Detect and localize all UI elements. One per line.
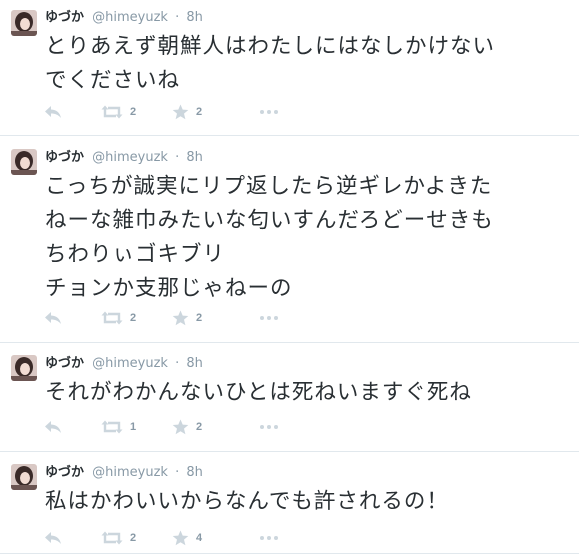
retweet-button[interactable]: 2 bbox=[101, 102, 136, 122]
author-name[interactable]: ゆづか bbox=[45, 10, 84, 25]
timestamp[interactable]: 8h bbox=[186, 10, 203, 25]
tweet-text-line: とりあえず朝鮮人はわたしにはなしかけない bbox=[45, 34, 496, 59]
tweet-text-line: チョンか支那じゃねーの bbox=[45, 276, 293, 301]
author-handle[interactable]: @himeyuzk bbox=[92, 465, 168, 480]
tweet-text-line: それがわかんないひとは死ねいますぐ死ね bbox=[45, 380, 472, 405]
more-dots-icon bbox=[260, 316, 278, 320]
more-button[interactable] bbox=[260, 417, 278, 437]
author-name[interactable]: ゆづか bbox=[45, 150, 84, 165]
tweet-text-line: ねーな雑巾みたいな匂いすんだろどーせきも bbox=[45, 208, 494, 233]
tweet-text-line: 私はかわいいからなんでも許されるの！ bbox=[45, 489, 449, 514]
timestamp[interactable]: 8h bbox=[186, 356, 203, 371]
tweet[interactable]: ゆづか @himeyuzk · 8h それがわかんないひとは死ねいますぐ死ね 1… bbox=[0, 344, 579, 452]
tweet[interactable]: ゆづか @himeyuzk · 8h こっちが誠実にリプ返したら逆ギレかよきた … bbox=[0, 137, 579, 343]
favorite-button[interactable]: 2 bbox=[172, 102, 202, 122]
separator: · bbox=[175, 356, 180, 371]
tweet-text: 私はかわいいからなんでも許されるの！ bbox=[45, 485, 570, 519]
more-dots-icon bbox=[260, 110, 278, 114]
retweet-icon bbox=[101, 420, 123, 434]
tweet-text: こっちが誠実にリプ返したら逆ギレかよきた ねーな雑巾みたいな匂いすんだろどーせき… bbox=[45, 170, 570, 306]
separator: · bbox=[175, 10, 180, 25]
avatar[interactable] bbox=[11, 355, 37, 381]
retweet-count: 2 bbox=[130, 312, 137, 324]
favorite-button[interactable]: 4 bbox=[172, 528, 202, 548]
tweet-actions: 1 2 bbox=[44, 417, 304, 437]
tweet-actions: 2 4 bbox=[44, 528, 304, 548]
star-icon bbox=[172, 530, 189, 546]
reply-button[interactable] bbox=[44, 417, 62, 437]
retweet-button[interactable]: 2 bbox=[101, 308, 136, 328]
reply-icon bbox=[45, 421, 61, 433]
tweet[interactable]: ゆづか @himeyuzk · 8h とりあえず朝鮮人はわたしにはなしかけない … bbox=[0, 0, 579, 136]
retweet-icon bbox=[101, 311, 123, 325]
author-handle[interactable]: @himeyuzk bbox=[92, 356, 168, 371]
avatar[interactable] bbox=[11, 149, 37, 175]
star-icon bbox=[172, 419, 189, 435]
more-button[interactable] bbox=[260, 102, 278, 122]
favorite-count: 2 bbox=[196, 421, 203, 433]
author-name[interactable]: ゆづか bbox=[45, 356, 84, 371]
retweet-count: 2 bbox=[130, 106, 137, 118]
favorite-count: 2 bbox=[196, 312, 203, 324]
favorite-button[interactable]: 2 bbox=[172, 417, 202, 437]
tweet-actions: 2 2 bbox=[44, 308, 304, 328]
more-button[interactable] bbox=[260, 528, 278, 548]
retweet-count: 2 bbox=[130, 532, 137, 544]
favorite-button[interactable]: 2 bbox=[172, 308, 202, 328]
retweet-button[interactable]: 2 bbox=[101, 528, 136, 548]
reply-button[interactable] bbox=[44, 528, 62, 548]
more-dots-icon bbox=[260, 425, 278, 429]
more-dots-icon bbox=[260, 536, 278, 540]
timestamp[interactable]: 8h bbox=[186, 150, 203, 165]
retweet-count: 1 bbox=[130, 421, 137, 433]
tweet-text-line: こっちが誠実にリプ返したら逆ギレかよきた bbox=[45, 174, 493, 199]
reply-icon bbox=[45, 312, 61, 324]
timestamp[interactable]: 8h bbox=[186, 465, 203, 480]
tweet-text-line: でくださいね bbox=[45, 68, 181, 93]
tweet[interactable]: ゆづか @himeyuzk · 8h 私はかわいいからなんでも許されるの！ 2 … bbox=[0, 453, 579, 554]
author-name[interactable]: ゆづか bbox=[45, 465, 84, 480]
favorite-count: 4 bbox=[196, 532, 203, 544]
more-button[interactable] bbox=[260, 308, 278, 328]
avatar[interactable] bbox=[11, 464, 37, 490]
reply-icon bbox=[45, 532, 61, 544]
retweet-icon bbox=[101, 105, 123, 119]
tweet-text: それがわかんないひとは死ねいますぐ死ね bbox=[45, 376, 570, 410]
retweet-button[interactable]: 1 bbox=[101, 417, 136, 437]
star-icon bbox=[172, 310, 189, 326]
reply-icon bbox=[45, 106, 61, 118]
separator: · bbox=[175, 150, 180, 165]
reply-button[interactable] bbox=[44, 102, 62, 122]
tweet-text-line: ちわりぃゴキブリ bbox=[45, 242, 226, 267]
tweet-text: とりあえず朝鮮人はわたしにはなしかけない でくださいね bbox=[45, 30, 570, 98]
avatar[interactable] bbox=[11, 10, 37, 36]
reply-button[interactable] bbox=[44, 308, 62, 328]
favorite-count: 2 bbox=[196, 106, 203, 118]
author-handle[interactable]: @himeyuzk bbox=[92, 10, 168, 25]
separator: · bbox=[175, 465, 180, 480]
retweet-icon bbox=[101, 531, 123, 545]
author-handle[interactable]: @himeyuzk bbox=[92, 150, 168, 165]
star-icon bbox=[172, 104, 189, 120]
tweet-actions: 2 2 bbox=[44, 102, 304, 122]
